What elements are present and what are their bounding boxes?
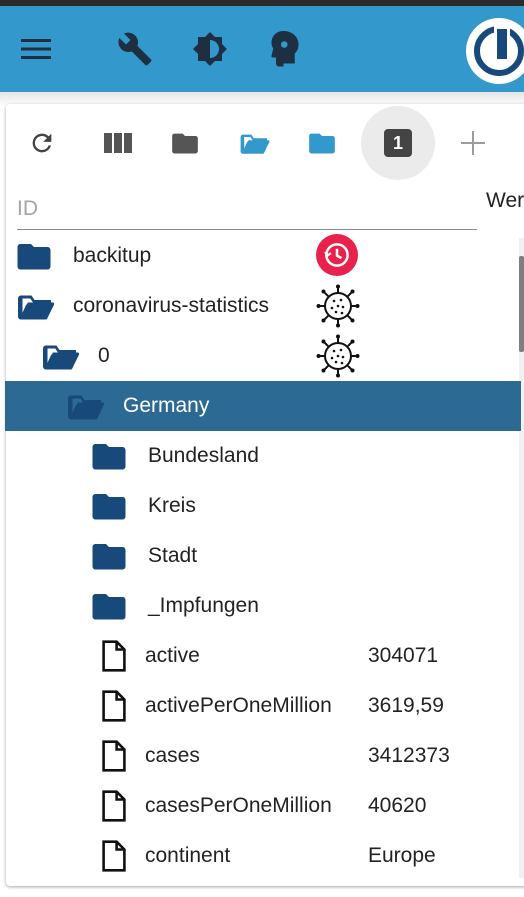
- folder-closed-icon: [92, 544, 126, 570]
- tree-row-0[interactable]: 0: [5, 331, 521, 381]
- tree-row-value[interactable]: 304071: [368, 631, 438, 681]
- tree-row-label: Kreis: [148, 494, 196, 517]
- folder-open-icon: [18, 295, 55, 320]
- menu-icon: [21, 39, 51, 59]
- id-filter-input[interactable]: [17, 189, 477, 229]
- virus-icon: [316, 334, 360, 378]
- tree-row-value[interactable]: 40620: [368, 781, 426, 831]
- folder-open-icon: [240, 134, 270, 154]
- expand-one-level-button[interactable]: [292, 110, 352, 176]
- tree-row-active[interactable]: active 304071: [5, 631, 521, 681]
- tree-row-value[interactable]: 3619,59: [368, 681, 444, 731]
- folder-closed-icon: [92, 444, 126, 470]
- tree-row-label: active: [145, 644, 200, 667]
- collapse-all-button[interactable]: [155, 110, 215, 176]
- tree-row-cases[interactable]: cases 3412373: [5, 731, 521, 781]
- tree-row-impfungen[interactable]: _Impfungen: [5, 581, 521, 631]
- plus-icon: [461, 131, 485, 155]
- tree-row-label: casesPerOneMillion: [145, 794, 332, 817]
- brightness-icon: [193, 32, 227, 66]
- folder-closed-icon: [17, 244, 51, 270]
- expand-all-button[interactable]: [225, 110, 285, 176]
- tree-row-coronavirus-statistics[interactable]: coronavirus-statistics: [5, 281, 521, 331]
- value-column-header[interactable]: Wer: [486, 189, 524, 213]
- columns-icon: [104, 133, 132, 153]
- file-icon: [102, 840, 126, 872]
- settings-button[interactable]: [107, 6, 163, 92]
- tree-row-continent[interactable]: continent Europe: [5, 831, 521, 881]
- app-bar: [0, 6, 524, 92]
- columns-button[interactable]: [88, 110, 148, 176]
- tree-row-backitup[interactable]: backitup: [5, 231, 521, 281]
- file-icon: [102, 640, 126, 672]
- menu-button[interactable]: [8, 6, 64, 92]
- theme-button[interactable]: [182, 6, 238, 92]
- folder-closed-icon: [92, 594, 126, 620]
- id-filter-field: [17, 185, 477, 230]
- counter-label: 1: [392, 132, 403, 153]
- tree-row-stadt[interactable]: Stadt: [5, 531, 521, 581]
- folder-closed-icon: [92, 494, 126, 520]
- head-profile-icon: [271, 31, 299, 67]
- tree-row-label: Stadt: [148, 544, 198, 567]
- folder-open-icon: [43, 345, 80, 370]
- tree-row-label: 0: [98, 344, 110, 367]
- counter-badge: 1: [384, 129, 412, 157]
- expert-mode-button[interactable]: [257, 6, 313, 92]
- iobroker-logo[interactable]: [466, 18, 524, 84]
- tree-row-kreis[interactable]: Kreis: [5, 481, 521, 531]
- tree-row-label: continent: [145, 844, 231, 867]
- refresh-icon: [32, 133, 52, 153]
- virus-icon: [316, 284, 360, 328]
- tree-row-casespfm[interactable]: casesPerOneMillion 40620: [5, 781, 521, 831]
- tree-row-bundesland[interactable]: Bundesland: [5, 431, 521, 481]
- add-object-button[interactable]: [443, 110, 503, 176]
- tree-row-germany[interactable]: Germany: [5, 381, 521, 431]
- file-icon: [102, 740, 126, 772]
- tree-row-activepfm[interactable]: activePerOneMillion 3619,59: [5, 681, 521, 731]
- tree-row-label: coronavirus-statistics: [73, 294, 270, 317]
- folder-icon: [309, 133, 335, 154]
- tree-row-label: activePerOneMillion: [145, 694, 332, 717]
- folder-open-icon: [68, 395, 105, 420]
- tree-row-label: Germany: [123, 394, 210, 417]
- file-icon: [102, 690, 126, 722]
- backup-clock-icon: [316, 234, 360, 278]
- tree-row-value[interactable]: 3412373: [368, 731, 450, 781]
- tree-row-label: Bundesland: [148, 444, 259, 467]
- refresh-button[interactable]: [12, 110, 72, 176]
- level-counter-button[interactable]: 1: [361, 106, 435, 180]
- tree-row-label: _Impfungen: [148, 594, 259, 617]
- tree-row-label: backitup: [73, 244, 152, 267]
- tree-row-label: cases: [145, 744, 200, 767]
- tree-row-value[interactable]: Europe: [368, 831, 436, 881]
- file-icon: [102, 790, 126, 822]
- wrench-icon: [118, 32, 152, 66]
- folder-closed-icon: [172, 133, 198, 154]
